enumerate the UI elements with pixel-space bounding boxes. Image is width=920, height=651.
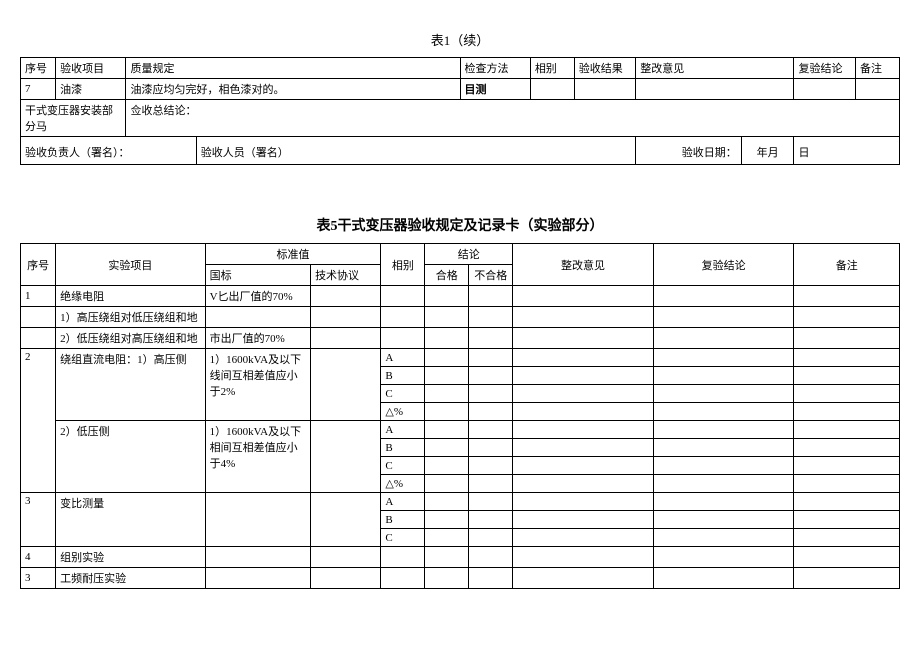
td-remark (855, 79, 899, 100)
phase-a: A (381, 493, 425, 511)
signature-person2: 验收人员（署名） (196, 137, 635, 165)
r5-seq: 3 (21, 568, 56, 589)
th5-fail: 不合格 (469, 265, 513, 286)
th5-gb: 国标 (205, 265, 310, 286)
table-row: 3 工频耐压实验 (21, 568, 900, 589)
th5-seq: 序号 (21, 244, 56, 286)
r1-item: 绝缘电阻 (56, 286, 205, 307)
td-opinion (636, 79, 794, 100)
td-method: 目测 (460, 79, 530, 100)
table1-caption: 表1（续） (20, 30, 900, 49)
table1-data-row: 7 油漆 油漆应均匀完好，相色漆对的。 目测 (21, 79, 900, 100)
table5: 序号 实验项目 标准值 相别 结论 整改意见 复验结论 备注 国标 技术协议 合… (20, 243, 900, 589)
th-item: 验收项目 (56, 58, 126, 79)
th5-conclusion: 结论 (425, 244, 513, 265)
phase-a: A (381, 349, 425, 367)
phase-b: B (381, 511, 425, 529)
r1-gb2: 市出厂值的70% (205, 328, 310, 349)
table-row: 2）低压绕组对高压绕组和地 市出厂值的70% (21, 328, 900, 349)
th5-pass: 合格 (425, 265, 469, 286)
th-recheck: 复验结论 (794, 58, 856, 79)
td-quality: 油漆应均匀完好，相色漆对的。 (126, 79, 460, 100)
th-result: 验收结果 (574, 58, 636, 79)
signature-year-month: 年月 (741, 137, 794, 165)
th5-recheck: 复验结论 (653, 244, 794, 286)
table1-header-row: 序号 验收项目 质量规定 检查方法 相别 验收结果 整改意见 复验结论 备注 (21, 58, 900, 79)
signature-person1: 验收负责人（署名）： (21, 137, 197, 165)
th-seq: 序号 (21, 58, 56, 79)
r4-item: 组别实验 (56, 547, 205, 568)
th5-tech: 技术协议 (311, 265, 381, 286)
table5-header-row1: 序号 实验项目 标准值 相别 结论 整改意见 复验结论 备注 (21, 244, 900, 265)
th5-standard: 标准值 (205, 244, 381, 265)
r2-gb1: 1）1600kVA及以下线间互相差值应小于2% (205, 349, 310, 421)
phase-delta: △% (381, 475, 425, 493)
th-remark: 备注 (855, 58, 899, 79)
table1-signature-row: 验收负责人（署名）： 验收人员（署名） 验收日期： 年月 日 (21, 137, 900, 165)
th-phase: 相别 (530, 58, 574, 79)
th5-opinion: 整改意见 (513, 244, 654, 286)
td-result (574, 79, 636, 100)
table-row: 2）低压侧 1）1600kVA及以下相间互相差值应小于4% A (21, 421, 900, 439)
th-quality: 质量规定 (126, 58, 460, 79)
r2-seq: 2 (21, 349, 56, 493)
r1-gb: V匕出厂值的70% (205, 286, 310, 307)
r3-seq: 3 (21, 493, 56, 547)
table1-summary-row: 干式变压器安装部分马 佥收总结论： (21, 100, 900, 137)
table-row: 2 绕组直流电阻：1）高压侧 1）1600kVA及以下线间互相差值应小于2% A (21, 349, 900, 367)
r5-item: 工频耐压实验 (56, 568, 205, 589)
r2-sub2: 2）低压侧 (56, 421, 205, 493)
phase-b: B (381, 439, 425, 457)
th-method: 检查方法 (460, 58, 530, 79)
th5-item: 实验项目 (56, 244, 205, 286)
th-opinion: 整改意见 (636, 58, 794, 79)
r1-seq: 1 (21, 286, 56, 307)
signature-day: 日 (794, 137, 900, 165)
r3-item: 变比测量 (56, 493, 205, 547)
phase-c: C (381, 385, 425, 403)
table-row: 1）高压绕组对低压绕组和地 (21, 307, 900, 328)
phase-c: C (381, 529, 425, 547)
phase-delta: △% (381, 403, 425, 421)
signature-date-label: 验收日期： (636, 137, 741, 165)
th5-remark: 备注 (794, 244, 900, 286)
phase-a: A (381, 421, 425, 439)
r2-gb2: 1）1600kVA及以下相间互相差值应小于4% (205, 421, 310, 493)
phase-c: C (381, 457, 425, 475)
td-phase (530, 79, 574, 100)
td-recheck (794, 79, 856, 100)
table5-caption: 表5干式变压器验收规定及记录卡（实验部分） (20, 215, 900, 235)
table-row: 3 变比测量 A (21, 493, 900, 511)
phase-b: B (381, 367, 425, 385)
table-row: 4 组别实验 (21, 547, 900, 568)
r4-seq: 4 (21, 547, 56, 568)
td-item: 油漆 (56, 79, 126, 100)
td-seq: 7 (21, 79, 56, 100)
table-row: 1 绝缘电阻 V匕出厂值的70% (21, 286, 900, 307)
summary-label: 干式变压器安装部分马 (21, 100, 126, 137)
r1-sub2: 2）低压绕组对高压绕组和地 (56, 328, 205, 349)
r2-sub1: 绕组直流电阻：1）高压侧 (56, 349, 205, 421)
summary-conclusion: 佥收总结论： (126, 100, 900, 137)
r1-sub1: 1）高压绕组对低压绕组和地 (56, 307, 205, 328)
th5-phase: 相别 (381, 244, 425, 286)
table1: 序号 验收项目 质量规定 检查方法 相别 验收结果 整改意见 复验结论 备注 7… (20, 57, 900, 165)
